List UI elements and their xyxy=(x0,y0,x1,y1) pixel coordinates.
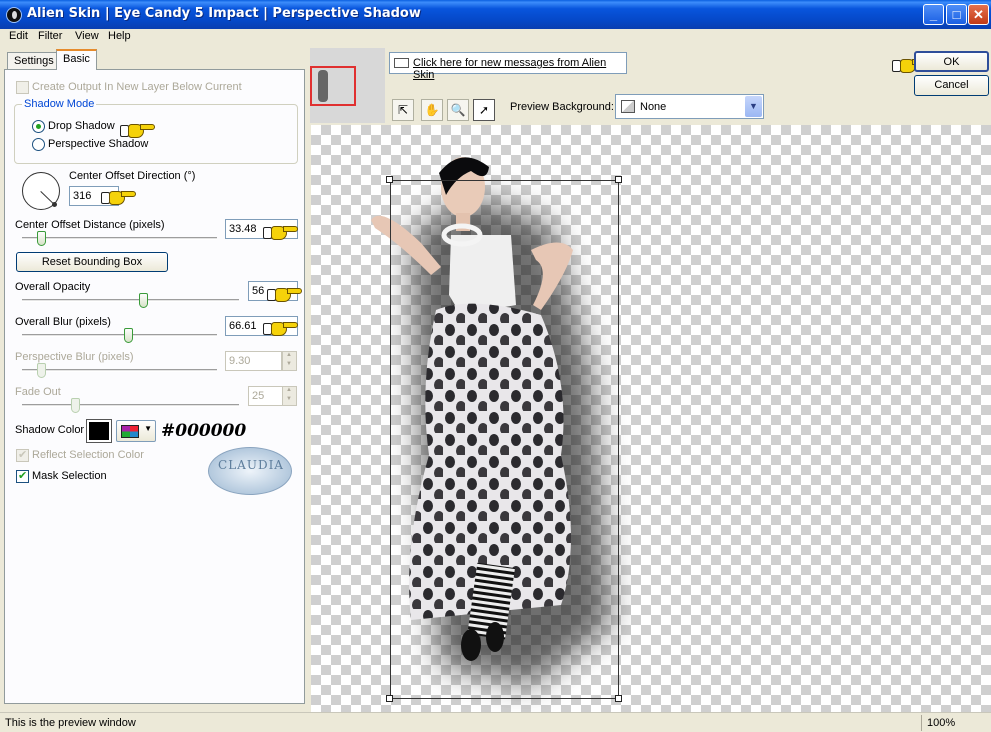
watermark-text: CLAUDIA xyxy=(218,458,284,472)
bbox-handle-bottom-right[interactable] xyxy=(615,695,622,702)
status-bar: This is the preview window 100% xyxy=(0,712,991,732)
reset-bounding-box-button[interactable]: Reset Bounding Box xyxy=(16,252,168,272)
navigator-preview-figure xyxy=(318,70,328,102)
drop-shadow-radio[interactable] xyxy=(32,120,45,133)
fade-out-input: 25 xyxy=(248,386,283,406)
create-output-label: Create Output In New Layer Below Current xyxy=(32,81,242,93)
chevron-down-icon: ▼ xyxy=(144,424,152,433)
dial-handle[interactable] xyxy=(52,202,57,207)
mask-selection-checkbox[interactable] xyxy=(16,469,29,483)
cancel-button[interactable]: Cancel xyxy=(914,75,989,96)
offset-direction-dial[interactable] xyxy=(22,172,60,210)
overall-opacity-label: Overall Opacity xyxy=(15,281,91,293)
fade-out-thumb xyxy=(71,398,81,413)
background-swatch-icon xyxy=(621,100,635,113)
basic-settings-panel: Create Output In New Layer Below Current… xyxy=(4,69,305,704)
envelope-icon xyxy=(394,58,409,68)
reflect-selection-color-label: Reflect Selection Color xyxy=(32,449,144,461)
pointing-hand-icon xyxy=(263,223,299,241)
status-message: This is the preview window xyxy=(5,717,136,729)
menu-help[interactable]: Help xyxy=(108,30,131,42)
pointing-hand-icon xyxy=(263,319,299,337)
shadow-mode-title: Shadow Mode xyxy=(22,98,97,110)
bbox-handle-top-right[interactable] xyxy=(615,176,622,183)
zoom-icon[interactable]: 🔍 xyxy=(447,99,469,121)
pointing-hand-icon xyxy=(120,121,156,139)
overall-blur-slider[interactable] xyxy=(22,334,217,337)
fade-out-spinner xyxy=(282,386,297,406)
perspective-blur-spinner xyxy=(282,351,297,371)
close-button[interactable]: ✕ xyxy=(968,4,989,25)
menu-view[interactable]: View xyxy=(75,30,99,42)
pointing-hand-icon xyxy=(267,285,303,303)
perspective-shadow-label: Perspective Shadow xyxy=(48,138,149,150)
reflect-selection-color-checkbox xyxy=(16,448,29,462)
message-bar[interactable]: Click here for new messages from Alien S… xyxy=(389,52,627,81)
zoom-level: 100% xyxy=(927,717,956,729)
overall-blur-label: Overall Blur (pixels) xyxy=(15,316,111,328)
preview-background-label: Preview Background: xyxy=(510,101,614,113)
ok-button[interactable]: OK xyxy=(914,51,989,72)
shadow-color-label: Shadow Color xyxy=(15,424,85,436)
color-picker-button[interactable]: ▼ xyxy=(116,420,156,442)
preview-background-value: None xyxy=(640,101,667,113)
shadow-color-swatch[interactable] xyxy=(86,419,112,443)
bbox-handle-top-left[interactable] xyxy=(386,176,393,183)
status-divider xyxy=(921,715,922,731)
pointing-hand-icon xyxy=(101,188,137,206)
create-output-checkbox[interactable] xyxy=(16,81,29,94)
bounding-box[interactable] xyxy=(390,180,619,699)
navigator-thumbnail[interactable] xyxy=(310,48,385,123)
center-offset-direction-label: Center Offset Direction (°) xyxy=(69,170,196,182)
navigate-icon[interactable]: ⇱ xyxy=(392,99,414,121)
maximize-button[interactable]: □ xyxy=(946,4,967,25)
navigator-viewport-frame[interactable] xyxy=(310,66,356,106)
perspective-blur-label: Perspective Blur (pixels) xyxy=(15,351,134,363)
claudia-watermark-logo: CLAUDIA xyxy=(208,447,292,495)
minimize-button[interactable]: _ xyxy=(923,4,944,25)
window-title: Alien Skin | Eye Candy 5 Impact | Perspe… xyxy=(27,6,421,21)
menu-filter[interactable]: Filter xyxy=(38,30,62,42)
overall-blur-thumb[interactable] xyxy=(124,328,134,343)
center-offset-distance-thumb[interactable] xyxy=(36,231,46,246)
title-bar: Alien Skin | Eye Candy 5 Impact | Perspe… xyxy=(0,0,991,29)
overall-opacity-thumb[interactable] xyxy=(138,293,148,308)
perspective-shadow-radio[interactable] xyxy=(32,138,45,151)
menu-edit[interactable]: Edit xyxy=(9,30,28,42)
shadow-mode-group xyxy=(14,104,298,164)
mask-selection-label: Mask Selection xyxy=(32,470,107,482)
arrow-icon[interactable]: ➚ xyxy=(473,99,495,121)
fade-out-label: Fade Out xyxy=(15,386,61,398)
center-offset-distance-slider[interactable] xyxy=(22,237,217,240)
perspective-blur-input: 9.30 xyxy=(225,351,282,371)
menu-bar: Edit Filter View Help xyxy=(0,29,991,46)
tab-basic[interactable]: Basic xyxy=(56,49,97,70)
hand-icon[interactable]: ✋ xyxy=(421,99,443,121)
drop-shadow-label: Drop Shadow xyxy=(48,120,115,132)
center-offset-distance-label: Center Offset Distance (pixels) xyxy=(15,219,165,231)
fade-out-slider xyxy=(22,404,239,407)
alien-skin-logo-icon xyxy=(6,7,22,23)
chevron-down-icon[interactable]: ▼ xyxy=(745,96,762,117)
bbox-handle-bottom-left[interactable] xyxy=(386,695,393,702)
messages-link[interactable]: Click here for new messages from Alien S… xyxy=(413,57,626,81)
perspective-blur-slider xyxy=(22,369,217,372)
perspective-blur-thumb xyxy=(36,363,46,378)
tab-settings[interactable]: Settings xyxy=(7,52,61,70)
color-grid-icon xyxy=(121,425,139,438)
preview-canvas[interactable] xyxy=(311,125,991,712)
shadow-color-hex-note: #000000 xyxy=(161,421,247,441)
overall-opacity-slider[interactable] xyxy=(22,299,239,302)
preview-background-select[interactable]: None ▼ xyxy=(615,94,764,119)
